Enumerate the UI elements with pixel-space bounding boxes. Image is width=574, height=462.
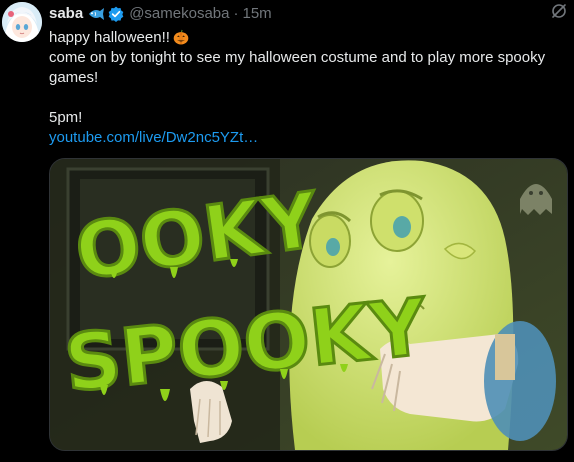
user-handle[interactable]: @samekosaba xyxy=(129,4,229,24)
grok-icon[interactable] xyxy=(550,2,568,20)
tweet-content: saba @samekosaba · 15m happy halloween!! xyxy=(49,4,564,148)
fish-emoji-icon xyxy=(87,7,106,21)
display-name[interactable]: saba xyxy=(49,4,83,24)
separator-dot: · xyxy=(233,5,239,22)
tweet-line: happy halloween!! xyxy=(49,28,564,48)
timestamp[interactable]: 15m xyxy=(242,4,271,24)
avatar[interactable] xyxy=(2,2,42,42)
tweet-text: happy halloween!! come on by tonight to … xyxy=(49,28,564,148)
youtube-link[interactable]: youtube.com/live/Dw2nc5YZt… xyxy=(49,129,258,146)
line-break xyxy=(49,88,564,108)
tweet-header: saba @samekosaba · 15m xyxy=(49,4,564,24)
jack-o-lantern-icon xyxy=(173,29,189,45)
verified-badge-icon xyxy=(108,6,124,22)
tweet-line-text: happy halloween!! xyxy=(49,29,170,46)
media-thumbnail[interactable]: OOKY SPOOKY xyxy=(49,158,568,451)
tweet-line: come on by tonight to see my halloween c… xyxy=(49,49,546,86)
tweet-line: 5pm! xyxy=(49,109,83,126)
ooky-spooky-artwork: OOKY SPOOKY xyxy=(50,159,567,450)
tweet[interactable]: saba @samekosaba · 15m happy halloween!! xyxy=(0,0,574,462)
